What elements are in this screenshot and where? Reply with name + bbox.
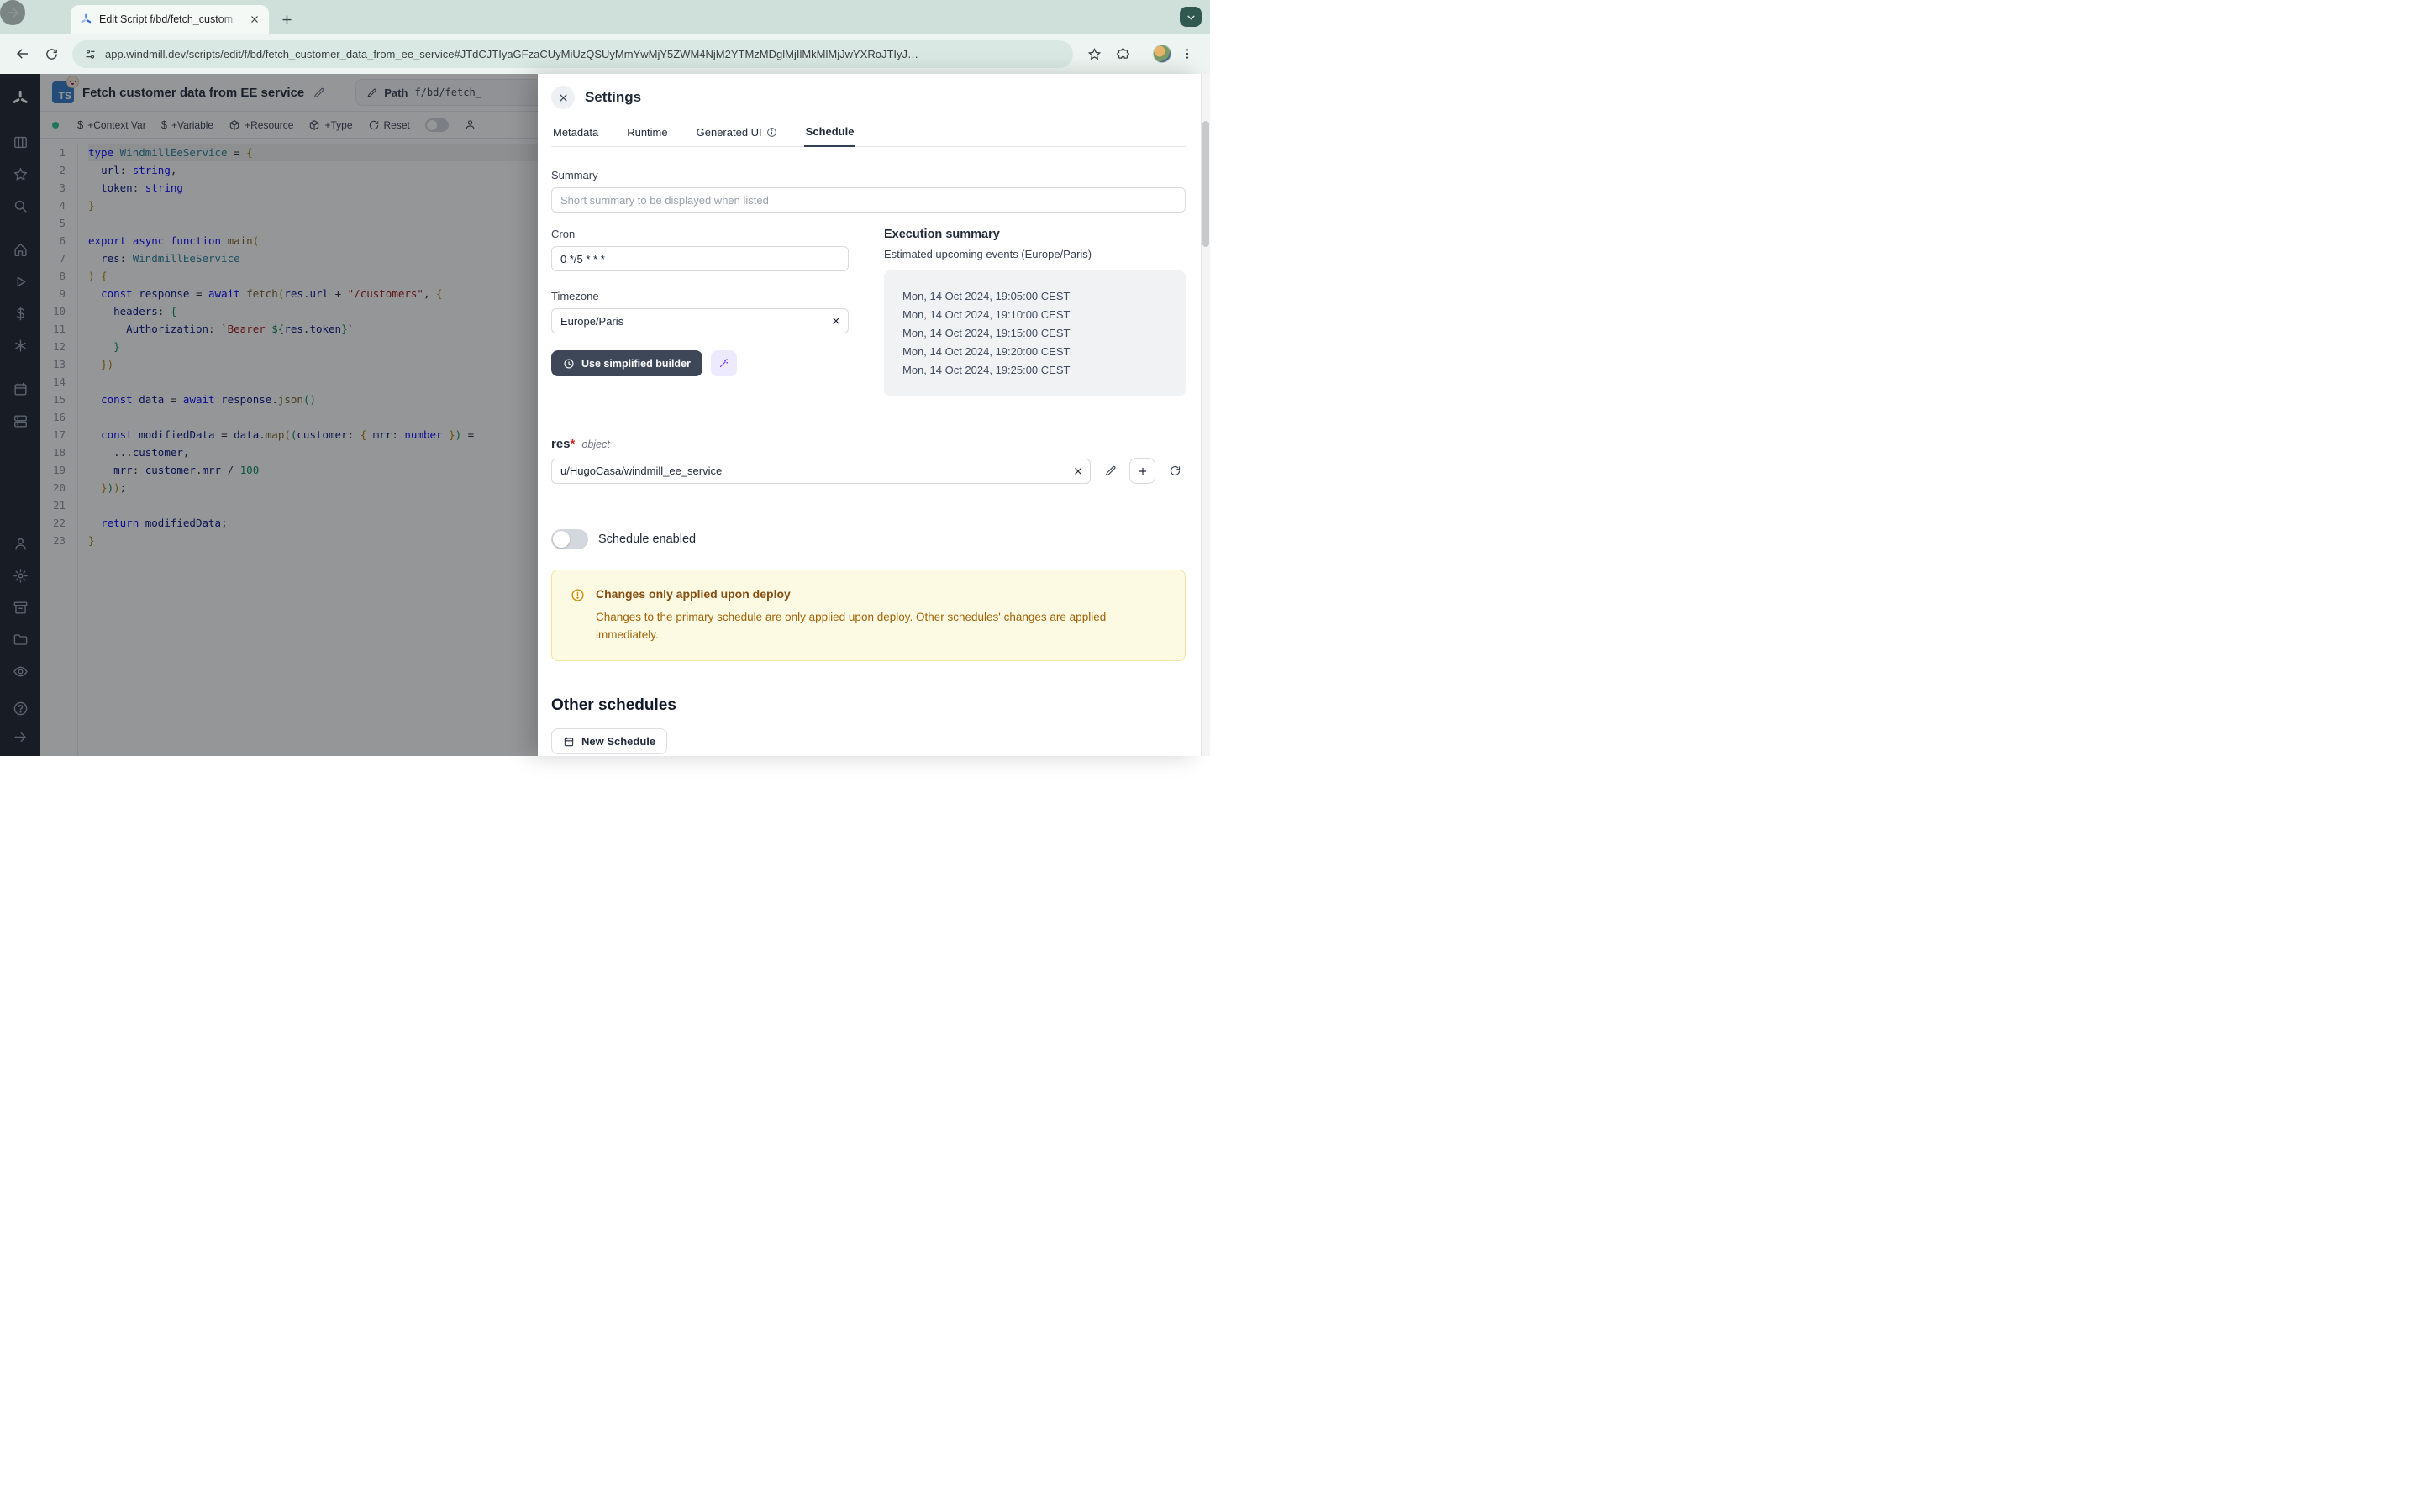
other-schedules-title: Other schedules — [551, 696, 1186, 715]
new-tab-button[interactable] — [276, 8, 297, 30]
warning-title: Changes only applied upon deploy — [596, 587, 1166, 601]
deploy-warning: Changes only applied upon deploy Changes… — [551, 570, 1186, 661]
windmill-app: TS Fetch customer data from EE service P… — [0, 74, 1210, 756]
settings-tabs: Metadata Runtime Generated UI Schedule — [551, 124, 1186, 147]
schedule-enabled-label: Schedule enabled — [598, 533, 696, 546]
clear-resource-icon[interactable] — [1073, 466, 1083, 476]
menu-kebab-icon[interactable] — [1175, 41, 1200, 66]
timezone-label: Timezone — [551, 290, 849, 302]
alert-circle-icon — [571, 588, 585, 643]
tab-generated-ui[interactable]: Generated UI — [695, 125, 779, 147]
back-icon[interactable] — [10, 41, 35, 66]
required-asterisk: * — [571, 437, 576, 451]
scrollbar-thumb[interactable] — [1202, 121, 1209, 247]
browser-tabstrip: Edit Script f/bd/fetch_custom — [0, 0, 1210, 34]
event-row: Mon, 14 Oct 2024, 19:15:00 CEST — [899, 324, 1171, 343]
info-icon — [766, 127, 777, 138]
browser-tab[interactable]: Edit Script f/bd/fetch_custom — [71, 5, 269, 34]
summary-input[interactable] — [551, 187, 1186, 213]
arg-name: res* — [551, 437, 575, 451]
close-icon[interactable] — [551, 86, 575, 109]
warning-body: Changes to the primary schedule are only… — [596, 608, 1166, 643]
event-row: Mon, 14 Oct 2024, 19:25:00 CEST — [899, 361, 1171, 380]
calendar-icon — [563, 736, 575, 748]
cron-label: Cron — [551, 228, 849, 240]
edit-resource-pencil-icon[interactable] — [1099, 460, 1121, 482]
tab-title: Edit Script f/bd/fetch_custom — [99, 13, 240, 25]
refresh-resource-icon[interactable] — [1164, 460, 1186, 482]
timezone-input[interactable] — [551, 308, 849, 333]
ai-wand-button[interactable] — [711, 350, 737, 376]
event-row: Mon, 14 Oct 2024, 19:05:00 CEST — [899, 287, 1171, 306]
url-bar[interactable]: app.windmill.dev/scripts/edit/f/bd/fetch… — [72, 40, 1073, 68]
new-schedule-button[interactable]: New Schedule — [551, 728, 667, 754]
arg-type: object — [581, 438, 609, 450]
upcoming-events-box: Mon, 14 Oct 2024, 19:05:00 CESTMon, 14 O… — [884, 270, 1186, 396]
browser-toolbar: app.windmill.dev/scripts/edit/f/bd/fetch… — [0, 34, 1210, 74]
clear-timezone-icon[interactable] — [831, 316, 841, 326]
profile-avatar[interactable] — [1153, 45, 1171, 63]
drawer-scrollbar[interactable] — [1201, 74, 1210, 756]
use-simplified-builder-button[interactable]: Use simplified builder — [551, 350, 702, 376]
tab-runtime[interactable]: Runtime — [625, 125, 669, 147]
resource-input[interactable] — [551, 459, 1091, 484]
event-row: Mon, 14 Oct 2024, 19:20:00 CEST — [899, 343, 1171, 361]
wand-icon — [718, 357, 730, 370]
extensions-puzzle-icon[interactable] — [1110, 41, 1135, 66]
forward-icon[interactable] — [0, 0, 25, 25]
clock-icon — [563, 358, 575, 370]
execution-summary-subtitle: Estimated upcoming events (Europe/Paris) — [884, 248, 1186, 260]
add-resource-plus-button[interactable] — [1129, 458, 1155, 484]
tab-search-button[interactable] — [1180, 7, 1202, 27]
schedule-enabled-toggle[interactable] — [551, 529, 588, 549]
tab-close-icon[interactable] — [247, 12, 262, 27]
reload-icon[interactable] — [39, 41, 64, 66]
url-text: app.windmill.dev/scripts/edit/f/bd/fetch… — [105, 48, 1061, 60]
settings-drawer: Settings Metadata Runtime Generated UI S… — [538, 74, 1201, 756]
bookmark-star-icon[interactable] — [1081, 41, 1107, 66]
site-settings-icon[interactable] — [84, 48, 97, 60]
tab-schedule[interactable]: Schedule — [804, 125, 856, 147]
event-row: Mon, 14 Oct 2024, 19:10:00 CEST — [899, 306, 1171, 324]
drawer-title: Settings — [585, 89, 641, 106]
cron-input[interactable] — [551, 246, 849, 271]
tab-metadata[interactable]: Metadata — [551, 125, 600, 147]
execution-summary-title: Execution summary — [884, 228, 1186, 241]
windmill-favicon-icon — [79, 13, 92, 26]
summary-label: Summary — [551, 169, 1186, 181]
